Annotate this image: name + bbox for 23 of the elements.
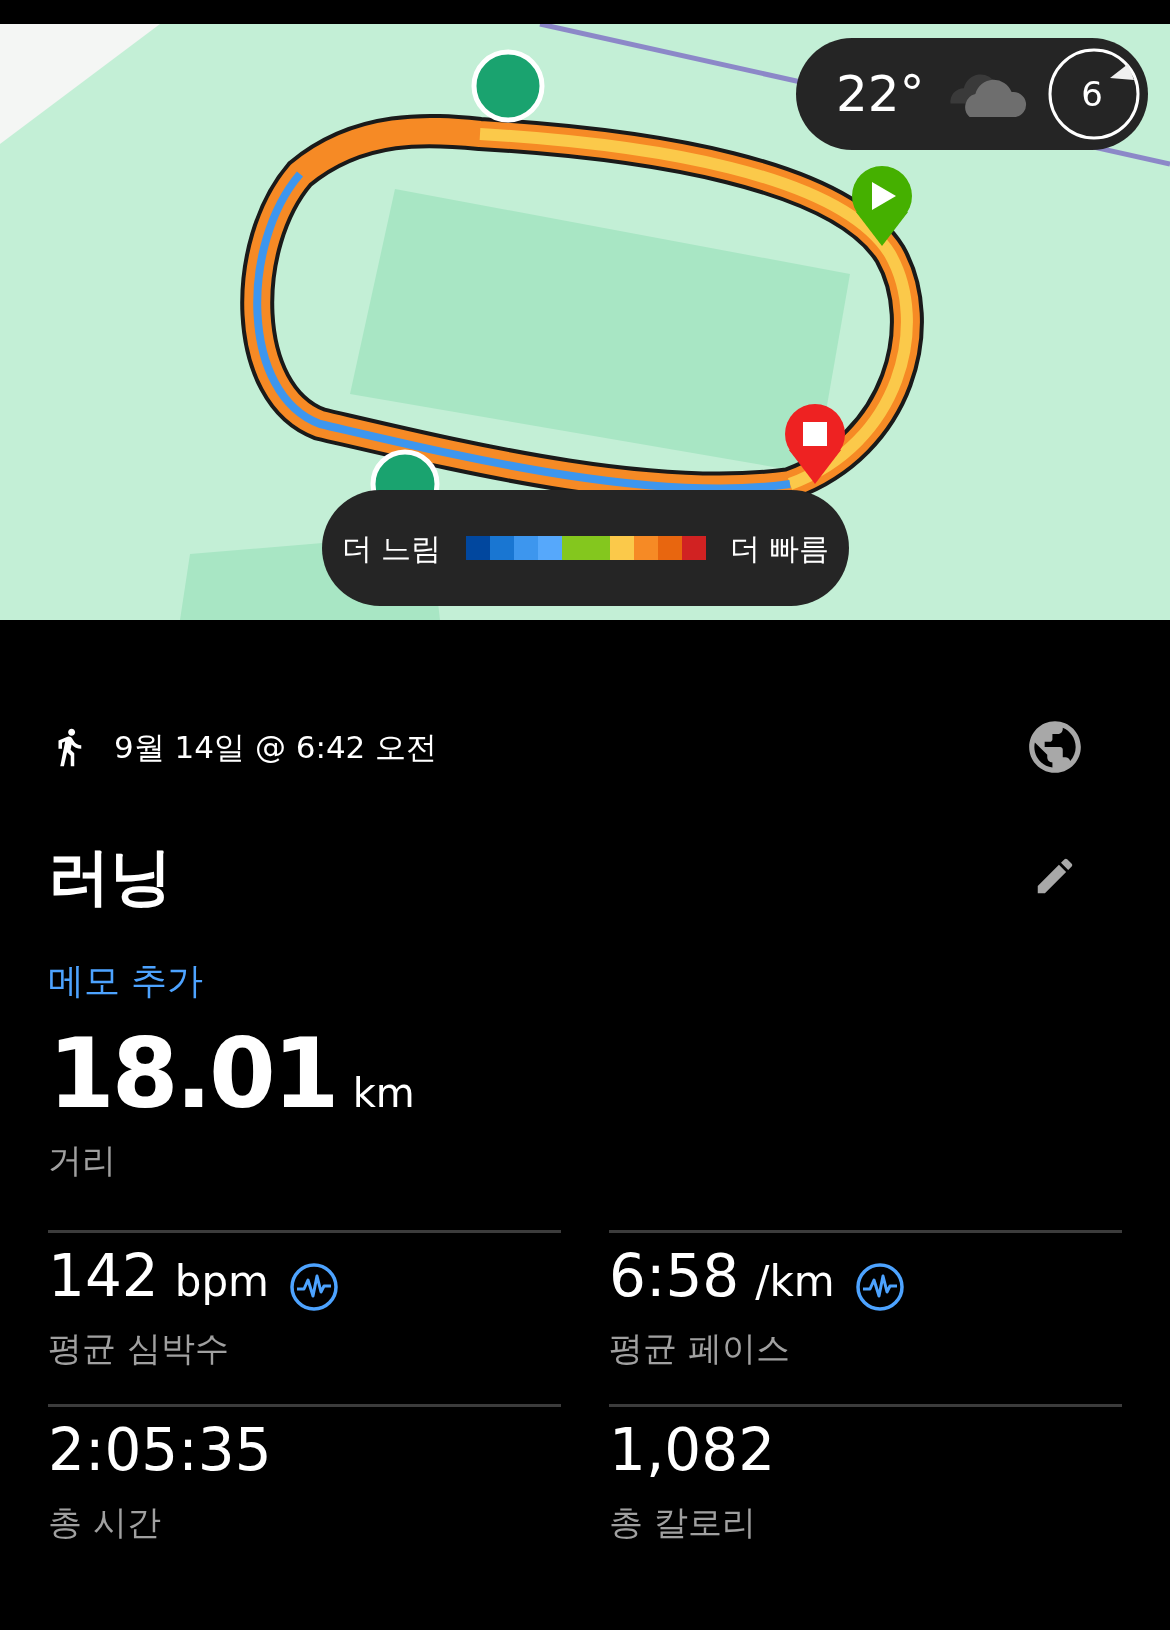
activity-title: 러닝 — [48, 838, 172, 915]
legend-label: 더 느림 — [341, 529, 442, 568]
dial-icon — [1048, 48, 1141, 140]
stat-value: 6:58 — [609, 1247, 740, 1305]
stat-unit: bpm — [174, 1256, 269, 1308]
temperature: 22° — [836, 63, 925, 125]
distance-label: 거리 — [48, 1139, 116, 1182]
distance-value: 18.01 — [48, 1026, 337, 1122]
stat-value: 2:05:35 — [48, 1421, 272, 1479]
add-memo-link[interactable]: 메모 추가 — [48, 954, 204, 1008]
stat-value: 1,082 — [609, 1421, 776, 1479]
stat-unit: /km — [755, 1256, 835, 1308]
stat-label: 평균 심박수 — [48, 1327, 229, 1370]
activity-datetime: 9월 14일 @ 6:42 오전 — [114, 727, 438, 767]
stat-label: 총 시간 — [48, 1501, 161, 1544]
legend-label: 더 빠름 — [729, 529, 830, 568]
stat-value: 142 — [48, 1247, 159, 1305]
stat-label: 평균 페이스 — [609, 1327, 790, 1370]
heart-rate-icon[interactable] — [854, 1262, 905, 1312]
heart-rate-icon[interactable] — [288, 1262, 339, 1312]
stat-label: 총 칼로리 — [609, 1501, 756, 1544]
uv-index: 6 — [1081, 72, 1103, 116]
distance-unit: km — [352, 1069, 415, 1118]
